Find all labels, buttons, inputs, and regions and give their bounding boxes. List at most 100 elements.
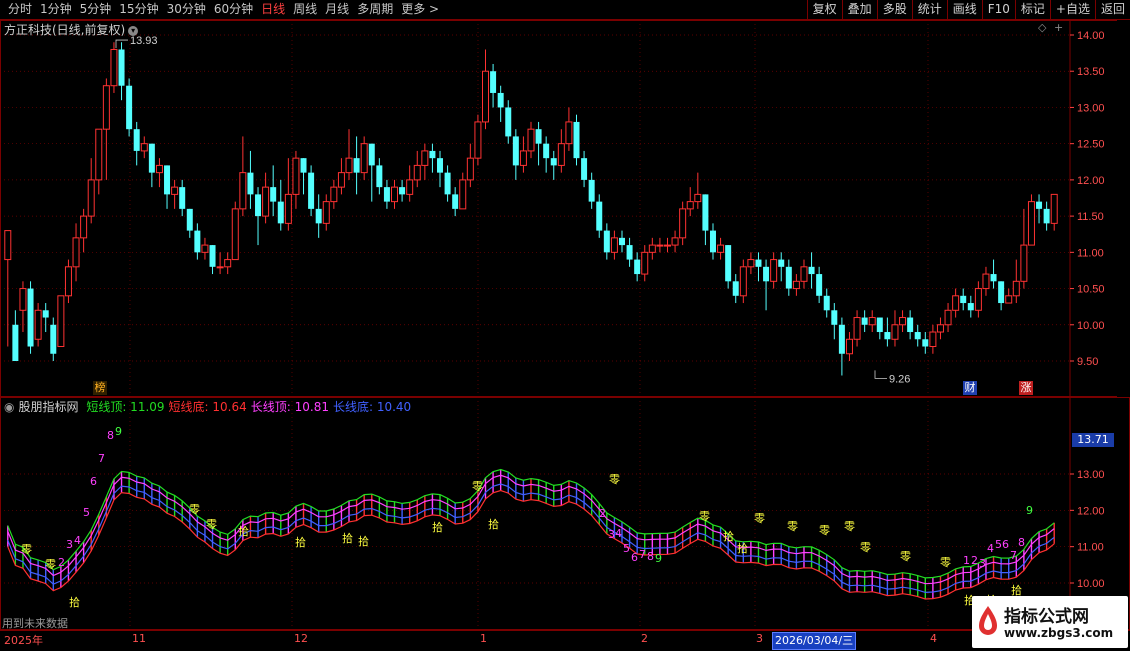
candle xyxy=(231,201,239,261)
candle xyxy=(110,42,118,93)
indicator-signal-label: 3 xyxy=(979,557,986,570)
candle xyxy=(345,129,353,180)
date-label: 1 xyxy=(480,632,487,645)
indicator-signal-label: 拾 xyxy=(342,531,353,545)
candle xyxy=(466,143,474,188)
candle xyxy=(831,303,838,340)
toolbar-button-1[interactable]: 叠加 xyxy=(841,0,877,19)
toolbar-button-5[interactable]: F10 xyxy=(981,0,1015,19)
toolbar-button-0[interactable]: 复权 xyxy=(806,0,842,19)
date-label: 12 xyxy=(294,632,308,645)
indicator-signal-label: 4 xyxy=(987,542,994,555)
candle xyxy=(209,245,216,275)
indicator-signal-label: 6 xyxy=(1002,538,1009,551)
watermark-icon xyxy=(979,606,997,635)
candle xyxy=(459,172,467,210)
candle xyxy=(64,259,72,304)
time-axis: 2025年 11 12 1 2 3 4 2026/03/04/三 xyxy=(0,630,1130,651)
period-tab-10[interactable]: 更多 > xyxy=(397,0,443,19)
toolbar-button-4[interactable]: 画线 xyxy=(946,0,982,19)
period-tab-3[interactable]: 15分钟 xyxy=(115,0,162,19)
candle xyxy=(573,114,580,166)
date-label: 2 xyxy=(641,632,648,645)
plus-icon[interactable]: + xyxy=(1054,21,1063,34)
indicator-signal-label: 拾 xyxy=(723,529,734,543)
candle xyxy=(1027,194,1035,246)
period-tab-6[interactable]: 日线 xyxy=(257,0,289,19)
toolbar-button-8[interactable]: 返回 xyxy=(1094,0,1130,19)
candle xyxy=(929,324,937,354)
candle xyxy=(868,310,876,333)
zhang-tag[interactable]: 涨 xyxy=(1019,381,1033,395)
indicator-signal-label: 拾 xyxy=(295,535,306,549)
indicator-signal-label: 拾 xyxy=(488,517,499,531)
ind-tick-label: 11.00 xyxy=(1077,542,1104,554)
candle xyxy=(186,208,193,238)
candle xyxy=(126,78,133,137)
candle xyxy=(406,165,414,202)
period-tab-4[interactable]: 30分钟 xyxy=(163,0,210,19)
period-tab-5[interactable]: 60分钟 xyxy=(210,0,257,19)
indicator-signal-label: 4 xyxy=(74,534,81,547)
period-tab-0[interactable]: 分时 xyxy=(4,0,36,19)
price-tick-label: 12.00 xyxy=(1077,175,1105,187)
candle xyxy=(330,179,338,209)
indicator-signal-label: 8 xyxy=(1018,536,1025,549)
stock-title: 方正科技(日线,前复权) xyxy=(4,23,126,37)
candle xyxy=(838,317,845,376)
indicator-signal-label: 6 xyxy=(90,475,97,488)
candle xyxy=(57,295,65,348)
period-tab-7[interactable]: 周线 xyxy=(289,0,321,19)
gear-icon[interactable]: ◉ xyxy=(4,400,14,414)
candle xyxy=(148,143,155,188)
candle xyxy=(1043,201,1050,231)
candle xyxy=(982,266,990,296)
candle xyxy=(816,266,823,304)
candle xyxy=(778,252,785,282)
cai-tag[interactable]: 财 xyxy=(963,381,977,395)
candle xyxy=(4,230,12,347)
bang-tag[interactable]: 榜 xyxy=(93,381,107,395)
indicator-value-3: 长线底: 10.40 xyxy=(332,400,412,414)
selected-date[interactable]: 2026/03/04/三 xyxy=(772,632,857,650)
toolbar-button-3[interactable]: 统计 xyxy=(911,0,947,19)
indicator-chart[interactable]: 13.00 12.00 11.00 10.00 零零 2 3 4 5 6 7 8 9 拾零零拾拾拾拾拾零拾… xyxy=(0,397,1130,630)
candle xyxy=(732,274,739,304)
indicator-signal-label: 8 xyxy=(647,550,654,563)
indicator-signal-label: 8 xyxy=(107,429,114,442)
candle xyxy=(1005,288,1013,304)
candle xyxy=(974,281,982,318)
indicator-name: 股朋指标网 xyxy=(18,400,79,414)
candle xyxy=(421,143,429,180)
indicator-value-tag: 13.71 xyxy=(1072,433,1114,447)
period-tab-2[interactable]: 5分钟 xyxy=(76,0,116,19)
candle xyxy=(763,259,770,311)
candle xyxy=(360,136,368,180)
candle xyxy=(550,150,557,180)
candle xyxy=(618,230,625,253)
diamond-icon[interactable]: ◇ xyxy=(1038,21,1046,34)
candle xyxy=(437,150,444,188)
period-tab-1[interactable]: 1分钟 xyxy=(36,0,76,19)
candle xyxy=(12,310,19,361)
low-marker xyxy=(874,370,887,379)
indicator-signal-label: 3 xyxy=(608,528,615,541)
toolbar-button-6[interactable]: 标记 xyxy=(1014,0,1050,19)
candle xyxy=(891,310,899,347)
toolbar-button-2[interactable]: 多股 xyxy=(876,0,912,19)
price-chart[interactable]: 14.00 13.50 13.00 12.50 12.00 11.50 11.00 10.50… xyxy=(0,20,1130,397)
indicator-signal-label: 3 xyxy=(66,538,73,551)
candle xyxy=(42,303,49,333)
info-icon[interactable]: ▾ xyxy=(128,25,139,36)
indicator-header: ◉ 股朋指标网 短线顶: 11.09 短线底: 10.64 长线顶: 10.81 长线底… xyxy=(4,398,419,415)
action-bar: 复权 叠加 多股 统计 画线 F10 标记 +自选 返回 xyxy=(806,0,1130,19)
candle xyxy=(588,172,595,209)
candle xyxy=(936,317,944,340)
candle xyxy=(884,317,891,347)
indicator-signal-label: 拾 xyxy=(1011,583,1022,597)
period-tab-8[interactable]: 月线 xyxy=(321,0,353,19)
indicator-signal-label: 5 xyxy=(995,538,1002,551)
indicator-signal-label: 拾 xyxy=(238,524,249,538)
period-tab-9[interactable]: 多周期 xyxy=(353,0,397,19)
toolbar-button-7[interactable]: +自选 xyxy=(1049,0,1095,19)
